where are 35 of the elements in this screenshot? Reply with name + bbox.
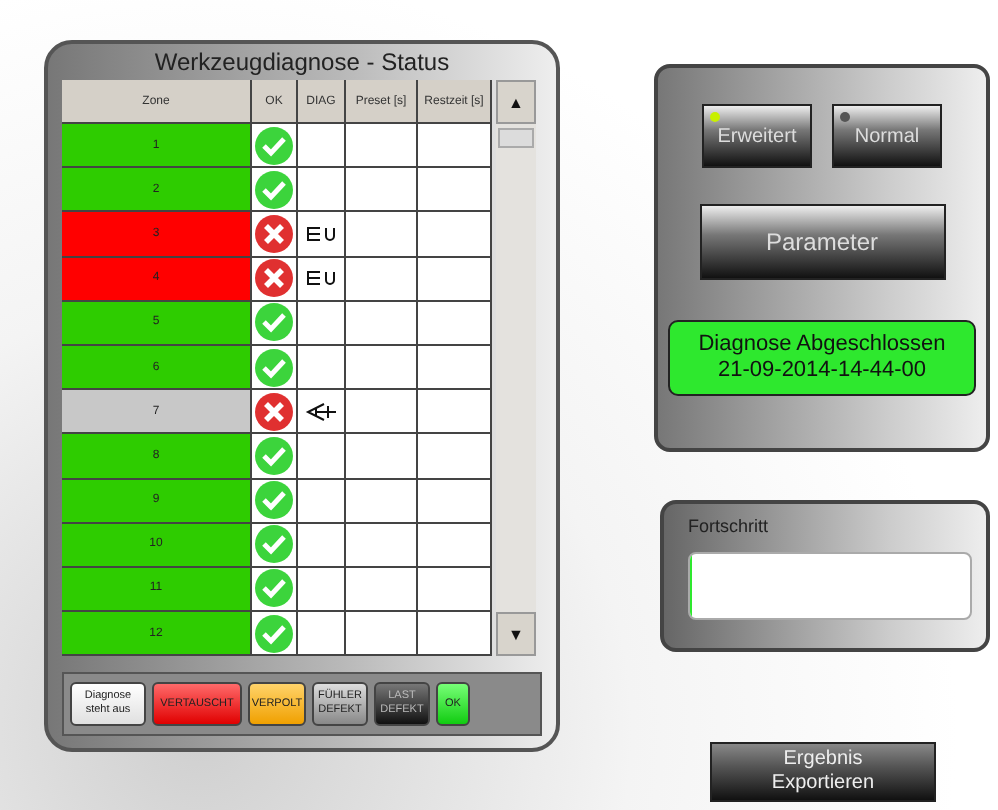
connector-icon <box>303 225 339 242</box>
scroll-down-button[interactable]: ▼ <box>496 612 536 657</box>
mode-button[interactable]: Normal <box>832 104 942 168</box>
table-cell <box>346 523 418 568</box>
table-cell <box>346 479 418 524</box>
table-cell <box>418 479 492 524</box>
table-cell <box>418 124 492 169</box>
table-cell <box>418 612 492 657</box>
table-cell <box>418 168 492 213</box>
table-cell <box>418 523 492 568</box>
table-cell <box>346 124 418 169</box>
table-cell <box>418 390 492 435</box>
probe-icon <box>303 401 339 422</box>
table-cell <box>346 612 418 657</box>
status-message: Diagnose Abgeschlossen 21-09-2014-14-44-00 <box>668 320 976 396</box>
progress-label: Fortschritt <box>688 516 771 536</box>
scrollbar[interactable]: ▲ ▼ <box>496 80 536 657</box>
table-cell <box>418 345 492 391</box>
table-cell <box>418 212 492 258</box>
table-cell <box>418 257 492 302</box>
table-cell <box>346 434 418 479</box>
table-cell <box>346 567 418 613</box>
parameter-button[interactable]: Parameter <box>699 204 945 280</box>
table-cell <box>418 434 492 479</box>
scroll-thumb[interactable] <box>498 128 534 148</box>
table-cell <box>346 168 418 213</box>
connector-icon <box>303 270 339 287</box>
table-cell <box>418 301 492 346</box>
table-cell <box>346 301 418 346</box>
mode-button[interactable]: Erweitert <box>702 104 812 168</box>
scroll-up-button[interactable]: ▲ <box>496 80 536 124</box>
table-cell <box>346 345 418 391</box>
table-cell <box>418 567 492 613</box>
panel-title: Werkzeugdiagnose - Status <box>154 48 450 76</box>
export-button[interactable]: Ergebnis Exportieren <box>710 742 936 802</box>
